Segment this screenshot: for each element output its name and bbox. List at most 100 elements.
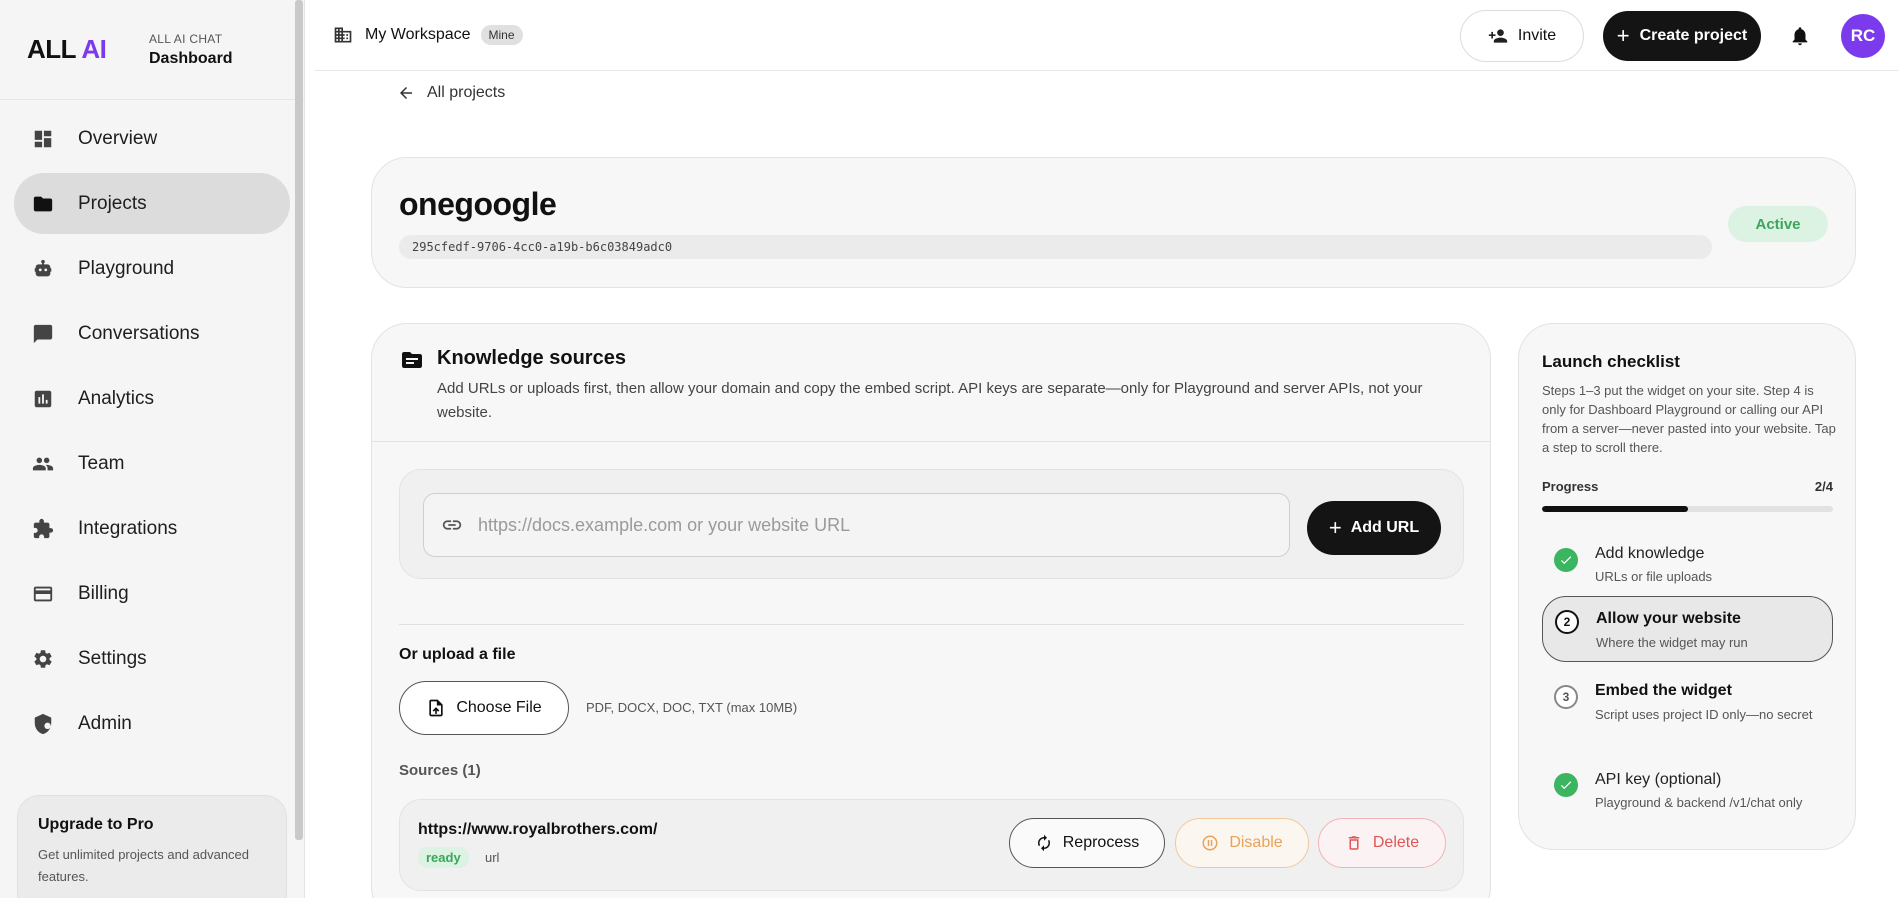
credit-card-icon [32,583,54,605]
step-title: Add knowledge [1595,545,1705,562]
delete-button[interactable]: Delete [1318,818,1446,868]
file-upload-icon [429,699,443,717]
invite-label: Invite [1517,26,1557,44]
step-sub: Script uses project ID only—no secret [1595,707,1813,722]
step-number: 2 [1555,610,1579,634]
progress-bar-fill [1542,506,1688,512]
workspace-switcher[interactable]: My Workspace Mine [333,25,523,45]
header-actions: Invite + Create project RC [1460,0,1898,71]
chat-icon [32,323,54,345]
sources-count: Sources (1) [399,762,481,779]
checklist-desc: Steps 1–3 put the widget on your site. S… [1542,383,1836,455]
progress-label: Progress [1542,479,1599,494]
upgrade-desc: Get unlimited projects and advanced feat… [38,847,250,884]
add-url-button[interactable]: + Add URL [1307,501,1441,555]
source-type: url [485,850,500,865]
sidebar-item-label: Projects [78,192,147,214]
person-add-icon [1488,28,1508,43]
checklist-step-allow-website[interactable]: 2 Allow your website Where the widget ma… [1542,596,1833,662]
disable-label: Disable [1229,834,1283,851]
sidebar-item-playground[interactable]: Playground [14,238,290,299]
step-sub: Where the widget may run [1596,635,1748,650]
add-url-form: + Add URL [399,469,1464,579]
sidebar-nav: Overview Projects Playground Conversatio… [0,100,304,754]
link-icon [442,520,462,530]
upload-hint: PDF, DOCX, DOC, TXT (max 10MB) [586,700,798,715]
sidebar-item-billing[interactable]: Billing [14,563,290,624]
knowledge-sources-card: Knowledge sources Add URLs or uploads fi… [371,323,1491,898]
pause-circle-icon [1202,835,1218,851]
sidebar-item-team[interactable]: Team [14,433,290,494]
sidebar-item-label: Conversations [78,322,200,344]
sidebar-item-label: Playground [78,257,175,279]
dashboard-icon [32,128,54,150]
upgrade-title: Upgrade to Pro [38,816,154,833]
logo[interactable]: ALL AI [27,34,149,65]
progress-bar [1542,506,1833,512]
source-status-badge: ready [418,847,469,868]
sidebar-item-projects[interactable]: Projects [14,173,290,234]
sidebar-item-label: Admin [78,712,132,734]
workspace-name: My Workspace [365,26,471,43]
upgrade-card[interactable]: Upgrade to Pro Get unlimited projects an… [17,795,287,898]
progress-value: 2/4 [1814,479,1833,494]
sidebar-item-admin[interactable]: Admin [14,693,290,754]
bell-icon[interactable] [1789,25,1811,47]
knowledge-desc: Add URLs or uploads first, then allow yo… [437,380,1423,421]
sidebar-item-label: Settings [78,647,147,669]
sidebar-item-settings[interactable]: Settings [14,628,290,689]
project-id[interactable]: 295cfedf-9706-4cc0-a19b-b6c03849adc0 [399,235,1712,259]
puzzle-icon [32,518,54,540]
plus-icon: + [1328,515,1342,540]
gear-icon [32,648,54,670]
create-project-button[interactable]: + Create project [1603,10,1761,61]
checklist-step-embed-widget[interactable]: 3 Embed the widget Script uses project I… [1542,667,1833,747]
step-title: Allow your website [1596,610,1741,627]
upload-label: Or upload a file [399,646,516,663]
divider [399,624,1464,625]
check-circle-icon [1554,773,1578,797]
sidebar-item-label: Analytics [78,387,155,409]
sidebar-item-analytics[interactable]: Analytics [14,368,290,429]
building-icon [334,27,352,43]
brand[interactable]: ALL AI ALL AI CHAT Dashboard [0,0,304,100]
trash-icon [1348,836,1360,850]
knowledge-title: Knowledge sources [437,347,626,369]
choose-file-button[interactable]: Choose File [399,681,569,735]
back-to-projects-link[interactable]: All projects [397,84,505,102]
sidebar-item-conversations[interactable]: Conversations [14,303,290,364]
step-sub: URLs or file uploads [1595,569,1713,584]
robot-icon [32,258,54,280]
checklist-step-api-key[interactable]: API key (optional) Playground & backend … [1542,754,1833,816]
step-number: 3 [1554,685,1578,709]
arrow-left-icon [400,87,412,99]
invite-button[interactable]: Invite [1460,9,1584,62]
choose-file-label: Choose File [456,699,542,716]
reprocess-button[interactable]: Reprocess [1009,818,1165,868]
sidebar-item-label: Integrations [78,517,178,539]
create-project-label: Create project [1639,26,1748,44]
url-input[interactable] [478,514,1258,536]
back-label: All projects [427,84,506,101]
sidebar-scrollbar[interactable] [295,0,303,840]
checklist-step-add-knowledge[interactable]: Add knowledge URLs or file uploads [1542,531,1833,593]
brand-subtitle: ALL AI CHAT [149,31,223,46]
admin-shield-icon [32,713,54,735]
list-item: https://www.royalbrothers.com/ ready url… [399,799,1464,891]
folder-icon [32,193,54,215]
brand-text: ALL AI CHAT Dashboard [149,32,233,68]
knowledge-header: Knowledge sources Add URLs or uploads fi… [372,324,1490,442]
disable-button[interactable]: Disable [1175,818,1309,868]
reprocess-label: Reprocess [1062,834,1140,851]
source-url: https://www.royalbrothers.com/ [418,821,658,838]
launch-checklist: Launch checklist Steps 1–3 put the widge… [1518,323,1856,850]
step-sub: Playground & backend /v1/chat only [1595,795,1803,810]
step-title: Embed the widget [1595,682,1732,699]
analytics-icon [32,388,54,410]
sidebar-item-overview[interactable]: Overview [14,108,290,169]
workspace-badge: Mine [480,25,523,45]
avatar[interactable]: RC [1841,13,1885,58]
url-input-wrapper[interactable] [423,493,1290,557]
project-card: onegoogle 295cfedf-9706-4cc0-a19b-b6c038… [371,157,1856,288]
sidebar-item-integrations[interactable]: Integrations [14,498,290,559]
